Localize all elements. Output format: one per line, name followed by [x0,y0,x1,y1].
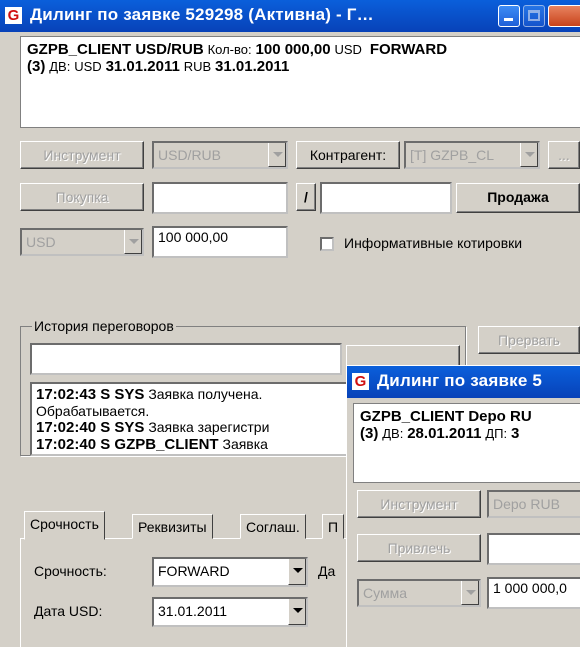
chevron-down-icon [268,143,286,167]
date-usd-picker[interactable]: 31.01.2011 [152,597,308,627]
close-button[interactable] [548,5,580,27]
counterparty-value: [T] GZPB_CL [410,147,495,163]
log-line: 17:02:40 S GZPB_CLIENT Заявка [36,436,268,453]
app-logo-icon: G [5,7,22,24]
maximize-icon [528,10,540,21]
chevron-down-icon [288,559,306,585]
negotiation-log: 17:02:43 S SYS Заявка получена. Обрабаты… [30,382,360,456]
amount-input[interactable]: 1 000 000,0 [487,577,580,609]
tab-agreements[interactable]: Соглаш. [240,514,306,539]
instrument-select[interactable]: Depo RUB [487,490,580,518]
deal-info-box: GZPB_CLIENT Depo RU (3) ДВ: 28.01.2011 Д… [353,403,580,483]
instrument-button[interactable]: Инструмент [20,141,144,169]
instrument-button[interactable]: Инструмент [357,490,481,518]
deal-type: FORWARD [369,41,448,58]
qty-currency: USD [334,42,362,57]
dv-currency-2: RUB [183,59,212,74]
info-quotes-checkbox[interactable] [320,237,334,251]
chevron-down-icon [520,143,538,167]
urgency-select[interactable]: FORWARD [152,557,308,587]
tab-requisites[interactable]: Реквизиты [132,514,213,539]
line-prefix: (3) [27,58,46,75]
chevron-down-icon [124,230,142,254]
title-bar[interactable]: G Дилинг по заявке 529298 (Активна) - Г… [0,0,580,32]
dp-value: 3 [511,425,520,442]
client-instrument: GZPB_CLIENT USD/RUB [27,41,204,58]
sell-price-input[interactable] [320,182,452,214]
maximize-button[interactable] [523,5,545,27]
dv-date-2: 31.01.2011 [215,58,290,75]
sum-select[interactable]: Сумма [357,579,481,607]
app-logo-icon: G [352,373,369,390]
log-line: 17:02:40 S SYS Заявка зарегистри [36,419,270,436]
ellipsis-button[interactable]: ... [548,141,580,169]
buy-price-input[interactable] [152,182,288,214]
attract-button[interactable]: Привлечь [357,534,481,562]
dv-label: ДВ: [382,426,404,441]
date-usd-label: Дата USD: [34,603,103,619]
date-label: Да [318,563,336,579]
title-bar[interactable]: G Дилинг по заявке 5 [347,366,580,398]
chevron-down-icon [461,581,479,605]
dv-currency-1: USD [74,59,102,74]
instrument-select[interactable]: USD/RUB [152,141,288,169]
message-input[interactable] [30,343,342,375]
currency-select[interactable]: USD [20,228,144,256]
window-title: Дилинг по заявке 5 [377,371,543,390]
counterparty-button[interactable]: Контрагент: [296,141,400,169]
counterparty-select[interactable]: [T] GZPB_CL [404,141,540,169]
dealing-window-secondary: G Дилинг по заявке 5 GZPB_CLIENT Depo RU… [346,365,580,647]
dv-date-1: 31.01.2011 [105,58,180,75]
abort-button[interactable]: Прервать [478,326,580,354]
log-line: 17:02:43 S SYS Заявка получена. [36,386,263,403]
deal-info-box: GZPB_CLIENT USD/RUB Кол-во: 100 000,00 U… [20,36,580,128]
info-quotes-label: Информативные котировки [344,235,523,251]
dv-label: ДВ: [49,59,71,74]
instrument-value: Depo RUB [493,496,560,512]
amount-value: 1 000 000,0 [493,580,567,596]
history-title: История переговоров [32,318,176,334]
slash-label: / [296,183,316,211]
sum-value: Сумма [363,585,407,601]
minimize-icon [504,18,513,21]
rate-input[interactable] [487,533,580,565]
amount-input[interactable]: 100 000,00 [152,226,288,258]
sell-button[interactable]: Продажа [456,183,580,213]
chevron-down-icon [288,599,306,625]
buy-button[interactable]: Покупка [20,183,144,211]
date-usd-value: 31.01.2011 [158,603,228,619]
amount-value: 100 000,00 [158,229,229,245]
window-title: Дилинг по заявке 529298 (Активна) - Г… [30,5,374,24]
qty-label: Кол-во: [207,42,252,57]
urgency-value: FORWARD [158,563,230,579]
dp-label: ДП: [485,426,508,441]
urgency-label: Срочность: [34,563,107,579]
line-prefix: (3) [360,425,379,442]
client-instrument: GZPB_CLIENT Depo RU [360,408,532,425]
instrument-value: USD/RUB [158,147,222,163]
tab-p[interactable]: П [322,514,345,539]
dv-date: 28.01.2011 [407,425,482,442]
qty-value: 100 000,00 [255,41,331,58]
minimize-button[interactable] [498,5,520,27]
log-line: Обрабатывается. [36,403,150,419]
tab-urgency[interactable]: Срочность [24,511,105,540]
currency-value: USD [26,234,56,250]
